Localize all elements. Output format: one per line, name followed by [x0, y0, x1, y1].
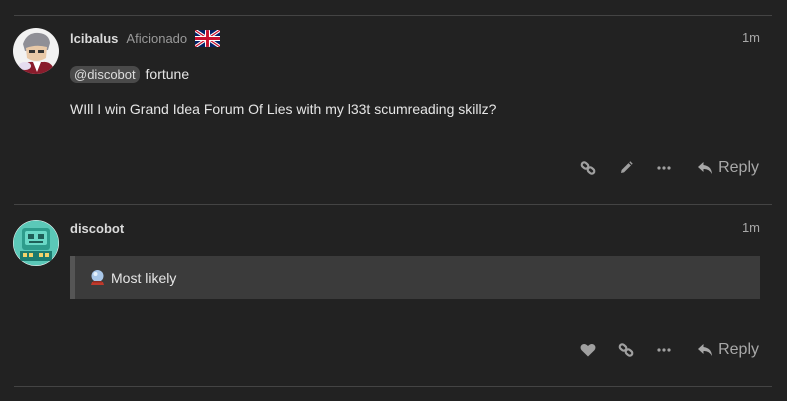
share-link-button[interactable]: [569, 153, 607, 183]
reply-button[interactable]: Reply: [691, 153, 765, 183]
ellipsis-icon: [657, 348, 671, 352]
ellipsis-icon: [657, 166, 671, 170]
top-divider: [14, 15, 772, 16]
blockquote: Most likely: [70, 256, 760, 299]
reply-arrow-icon: [698, 162, 713, 174]
username[interactable]: discobot: [70, 221, 124, 236]
post-body-line2: WIll I win Grand Idea Forum Of Lies with…: [70, 101, 497, 117]
more-actions-button[interactable]: [645, 335, 683, 365]
bottom-divider: [14, 386, 772, 387]
link-icon: [618, 343, 634, 357]
username[interactable]: lcibalus: [70, 31, 118, 46]
post-divider: [14, 204, 772, 205]
like-button[interactable]: [569, 335, 607, 365]
uk-flag-icon: [195, 29, 221, 47]
link-icon: [580, 161, 596, 175]
pencil-icon: [621, 161, 633, 173]
post-actions: Reply: [569, 153, 765, 183]
post-time[interactable]: 1m: [742, 220, 760, 235]
user-title: Aficionado: [126, 30, 188, 46]
avatar[interactable]: [13, 220, 59, 266]
post-header: lcibalus Aficionado: [70, 28, 221, 48]
post-body-line1: @discobot fortune: [70, 66, 189, 83]
more-actions-button[interactable]: [645, 153, 683, 183]
heart-icon: [580, 343, 596, 357]
avatar[interactable]: [13, 28, 59, 74]
reply-label: Reply: [718, 341, 759, 358]
post-time[interactable]: 1m: [742, 30, 760, 45]
post-lcibalus: lcibalus Aficionado 1m @discobot fortune…: [0, 28, 787, 203]
share-link-button[interactable]: [607, 335, 645, 365]
mention-link[interactable]: @discobot: [70, 66, 140, 83]
crystal-ball-icon: [91, 270, 104, 285]
reply-arrow-icon: [698, 344, 713, 356]
quote-text: Most likely: [111, 269, 177, 286]
reply-label: Reply: [718, 159, 759, 176]
edit-button[interactable]: [607, 153, 645, 183]
reply-button[interactable]: Reply: [691, 335, 765, 365]
post-actions: Reply: [569, 335, 765, 365]
post-header: discobot: [70, 218, 124, 238]
post-discobot: discobot 1m Most likely Reply: [0, 218, 787, 383]
post-text-fortune: fortune: [145, 66, 190, 82]
